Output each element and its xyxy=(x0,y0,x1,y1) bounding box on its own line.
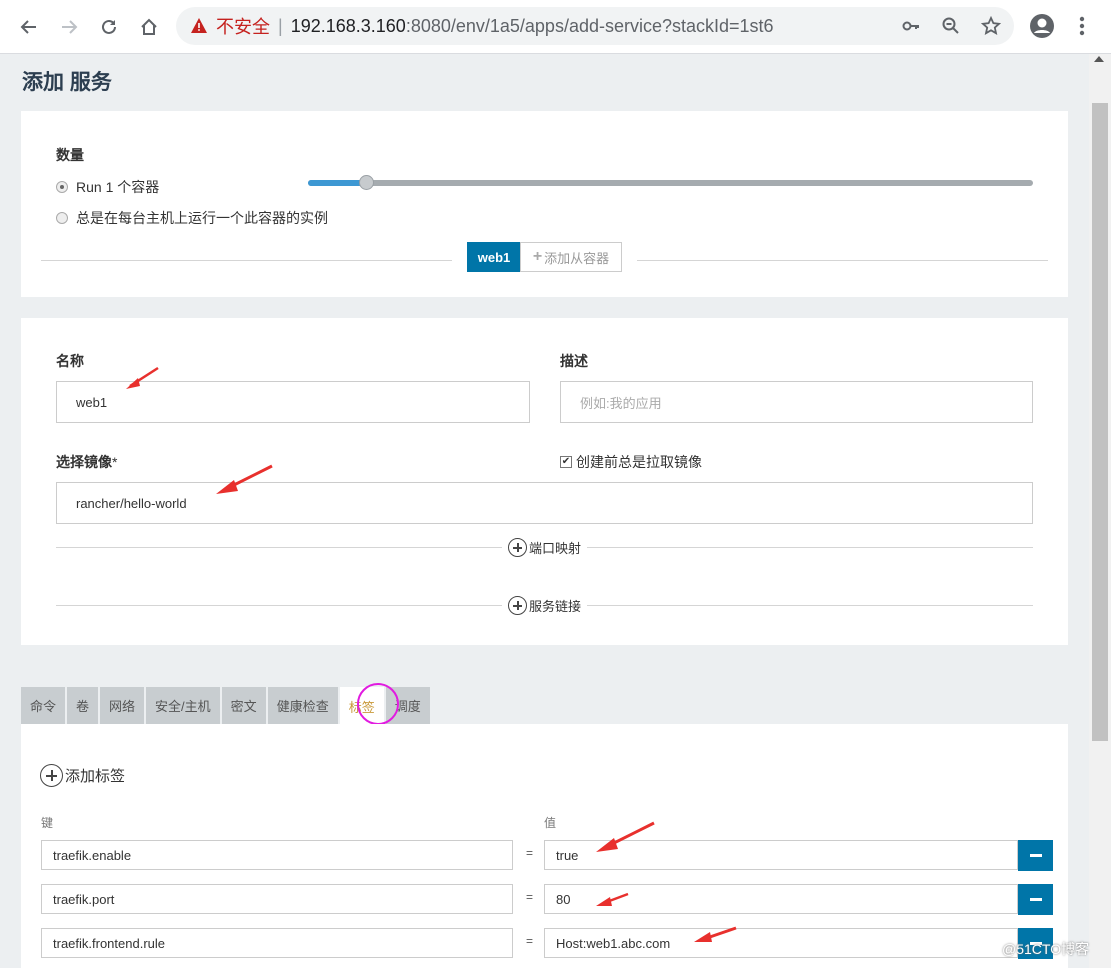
scale-option-run-label: Run 1 个容器 xyxy=(76,179,160,195)
radio-run[interactable] xyxy=(56,181,68,193)
name-label: 名称 xyxy=(56,353,84,369)
add-sidekick-label: 添加从容器 xyxy=(544,250,610,266)
menu-kebab-icon[interactable] xyxy=(1068,12,1096,40)
page-title: 添加 服务 xyxy=(22,71,112,94)
annotation-arrow xyxy=(216,464,273,494)
home-icon xyxy=(141,18,157,35)
image-input[interactable]: rancher/hello-world xyxy=(56,482,1033,524)
scale-slider-thumb[interactable] xyxy=(359,175,374,190)
required-mark: * xyxy=(112,454,118,470)
url-host: 192.168.3.160 xyxy=(290,15,406,36)
equals-sign: = xyxy=(526,846,534,860)
container-tab-web1[interactable]: web1 xyxy=(467,242,521,272)
annotation-arrow xyxy=(126,366,159,389)
divider-line xyxy=(637,260,1048,261)
annotation-arrow xyxy=(596,821,655,852)
zoom-icon[interactable] xyxy=(938,13,964,39)
scale-label: 数量 xyxy=(56,147,84,163)
description-input[interactable]: 例如:我的应用 xyxy=(560,381,1033,423)
minus-icon xyxy=(1029,854,1042,857)
label-key-input[interactable]: traefik.enable xyxy=(41,840,513,870)
back-arrow-icon xyxy=(20,20,36,34)
star-icon[interactable] xyxy=(978,13,1004,39)
key-icon[interactable] xyxy=(898,13,924,39)
annotation-arrow xyxy=(694,926,737,942)
scale-option-global-label: 总是在每台主机上运行一个此容器的实例 xyxy=(76,210,328,226)
url-path: :8080/env/1a5/apps/add-service?stackId=1… xyxy=(405,15,774,36)
pull-image-checkbox[interactable]: ✔ xyxy=(560,456,572,468)
tab-4[interactable]: 密文 xyxy=(221,687,266,724)
value-column-header: 值 xyxy=(544,816,557,830)
minus-icon xyxy=(1029,898,1042,901)
forward-button[interactable] xyxy=(52,10,86,44)
reload-button[interactable] xyxy=(92,10,126,44)
annotation-arrow xyxy=(596,892,629,906)
add-sidekick-button[interactable]: + 添加从容器 xyxy=(520,242,622,272)
key-column-header: 键 xyxy=(41,816,54,830)
service-links-label: 服务链接 xyxy=(529,599,582,614)
tab-2[interactable]: 网络 xyxy=(100,687,145,724)
equals-sign: = xyxy=(526,890,534,904)
image-label-text: 选择镜像 xyxy=(56,454,112,470)
annotation-circle xyxy=(357,683,399,725)
scrollbar-thumb[interactable] xyxy=(1092,103,1108,741)
back-button[interactable] xyxy=(12,10,46,44)
scale-option-global[interactable]: 总是在每台主机上运行一个此容器的实例 xyxy=(56,208,328,228)
port-map-label: 端口映射 xyxy=(529,541,582,556)
pull-image-label: 创建前总是拉取镜像 xyxy=(576,454,702,470)
tab-1[interactable]: 卷 xyxy=(67,687,99,724)
browser-toolbar: 不安全 | 192.168.3.160:8080/env/1a5/apps/ad… xyxy=(0,0,1111,54)
tab-0[interactable]: 命令 xyxy=(21,687,66,724)
plus-circle-icon xyxy=(508,596,527,615)
address-bar[interactable]: 不安全 | 192.168.3.160:8080/env/1a5/apps/ad… xyxy=(176,7,1014,45)
add-label-button[interactable]: 添加标签 xyxy=(40,764,125,787)
radio-global[interactable] xyxy=(56,212,68,224)
url-separator: | xyxy=(278,15,283,36)
scroll-up-arrow-icon[interactable] xyxy=(1094,56,1104,62)
equals-sign: = xyxy=(526,934,534,948)
add-port-map-button[interactable]: 端口映射 xyxy=(502,538,588,557)
plus-circle-icon xyxy=(508,538,527,557)
image-label: 选择镜像* xyxy=(56,452,117,472)
insecure-label: 不安全 xyxy=(216,17,270,37)
pull-image-checkbox-row[interactable]: ✔ 创建前总是拉取镜像 xyxy=(560,452,702,472)
home-button[interactable] xyxy=(132,10,166,44)
remove-label-button[interactable] xyxy=(1018,840,1053,871)
reload-icon xyxy=(102,19,116,34)
add-service-link-button[interactable]: 服务链接 xyxy=(502,596,588,615)
label-key-input[interactable]: traefik.port xyxy=(41,884,513,914)
label-key-input[interactable]: traefik.frontend.rule xyxy=(41,928,513,958)
profile-avatar-icon[interactable] xyxy=(1028,12,1056,40)
label-value-input[interactable]: Host:web1.abc.com xyxy=(544,928,1018,958)
scale-option-run[interactable]: Run 1 个容器 xyxy=(56,177,159,197)
warning-icon xyxy=(191,18,207,33)
scale-slider[interactable] xyxy=(308,175,1033,190)
remove-label-button[interactable] xyxy=(1018,884,1053,915)
tab-3[interactable]: 安全/主机 xyxy=(146,687,220,724)
tab-5[interactable]: 健康检查 xyxy=(267,687,338,724)
watermark: @51CTO博客 xyxy=(1002,941,1090,957)
description-label: 描述 xyxy=(560,353,588,369)
plus-icon: + xyxy=(532,248,543,265)
divider-line xyxy=(41,260,452,261)
add-label-text: 添加标签 xyxy=(65,768,126,785)
forward-arrow-icon xyxy=(62,20,78,34)
plus-circle-icon xyxy=(40,764,63,787)
scale-slider-fill xyxy=(308,180,366,186)
